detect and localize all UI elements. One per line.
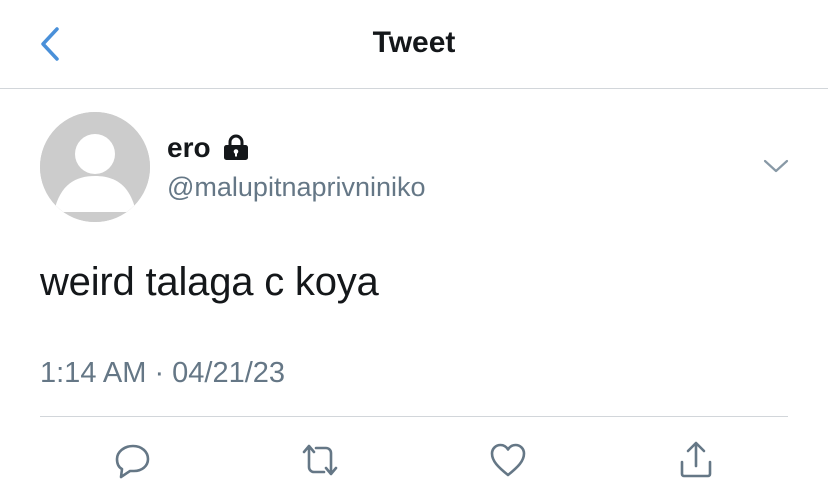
share-icon [680,441,712,478]
lock-icon [221,133,251,163]
tweet-timestamp: 1:14 AM · 04/21/23 [40,357,286,389]
tweet-options-button[interactable] [760,152,792,180]
reply-button[interactable] [103,430,163,490]
tweet-detail-screen: Tweet ero @malupitnaprivniniko weird tal… [0,0,828,496]
default-avatar-icon [40,112,150,222]
retweet-button[interactable] [290,430,350,490]
share-button[interactable] [666,430,726,490]
like-icon [490,443,526,477]
avatar[interactable] [40,112,150,222]
tweet-actions [0,430,828,490]
divider [40,416,788,417]
tweet-text: weird talaga c koya [40,260,379,304]
page-title: Tweet [372,26,456,59]
reply-icon [115,444,150,479]
chevron-down-icon [763,159,789,173]
display-name[interactable]: ero [167,132,211,164]
display-name-row: ero [167,130,251,166]
user-handle[interactable]: @malupitnaprivniniko [167,172,426,203]
like-button[interactable] [478,430,538,490]
retweet-icon [302,444,338,476]
nav-header: Tweet [0,0,828,89]
